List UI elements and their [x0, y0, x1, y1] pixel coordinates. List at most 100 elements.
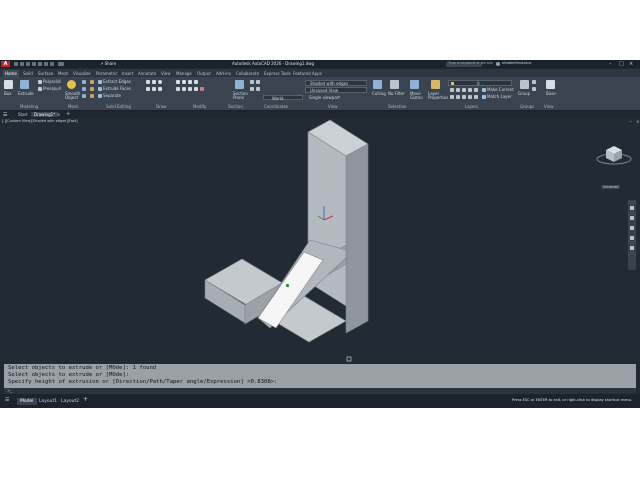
layer-properties-icon[interactable]: [431, 80, 440, 89]
ucs-face-icon[interactable]: [250, 87, 254, 91]
steering-wheel-icon[interactable]: [630, 206, 634, 210]
smooth-object-label[interactable]: Smooth Object: [65, 91, 80, 101]
menu-icon[interactable]: ☰: [3, 112, 7, 118]
stretch-icon[interactable]: [182, 87, 186, 91]
union-icon[interactable]: [82, 80, 86, 84]
section-plane-label[interactable]: Section Plane: [233, 91, 248, 101]
viewport-configuration-dropdown[interactable]: Single viewport: [309, 96, 340, 100]
face-center-grip-icon[interactable]: [285, 283, 290, 288]
group-icon[interactable]: [520, 80, 529, 89]
extrude-label[interactable]: Extrude: [18, 92, 34, 96]
tab-insert[interactable]: Insert: [122, 71, 133, 76]
ucs-named-icon[interactable]: [256, 87, 260, 91]
layer-tool-icon-9[interactable]: [468, 95, 472, 99]
layer-tool-icon-7[interactable]: [456, 95, 460, 99]
ucs-menu-dropdown[interactable]: Unnamed: [601, 185, 621, 190]
tab-solid[interactable]: Solid: [23, 71, 33, 76]
panel-label-view-2[interactable]: View: [544, 104, 554, 109]
named-view-dropdown[interactable]: Unsaved View: [305, 87, 367, 93]
trim-icon[interactable]: [188, 80, 192, 84]
make-current-icon[interactable]: [482, 88, 486, 92]
extract-edges-label[interactable]: Extract Edges: [103, 80, 131, 84]
arc-icon[interactable]: [146, 87, 150, 91]
tab-mesh[interactable]: Mesh: [58, 71, 69, 76]
rectangle-icon[interactable]: [152, 87, 156, 91]
panel-label-groups[interactable]: Groups: [520, 104, 534, 109]
new-icon[interactable]: [14, 62, 18, 66]
mirror-icon[interactable]: [176, 87, 180, 91]
chamfer-edge-icon[interactable]: [90, 87, 94, 91]
layer-tool-icon-5[interactable]: [474, 88, 478, 92]
redo-icon[interactable]: [50, 62, 54, 66]
culling-icon[interactable]: [373, 80, 382, 89]
workspace-dropdown-icon[interactable]: [58, 62, 64, 66]
tab-manage[interactable]: Manage: [176, 71, 192, 76]
move-icon[interactable]: [176, 80, 180, 84]
polysolid-label[interactable]: Polysolid: [43, 80, 61, 84]
move-gizmo-icon[interactable]: [410, 80, 419, 89]
array-icon[interactable]: [194, 87, 198, 91]
line-icon[interactable]: [146, 80, 150, 84]
extrude-faces-icon[interactable]: [98, 87, 102, 91]
base-view-label[interactable]: Base: [546, 92, 556, 96]
no-filter-label[interactable]: No Filter: [388, 92, 405, 96]
rotate-icon[interactable]: [182, 80, 186, 84]
section-plane-icon[interactable]: [235, 80, 244, 89]
layer-tool-icon-8[interactable]: [462, 95, 466, 99]
box-icon[interactable]: [4, 80, 13, 89]
tab-view[interactable]: View: [161, 71, 171, 76]
panel-label-view[interactable]: View: [328, 104, 338, 109]
match-layer-icon[interactable]: [482, 95, 486, 99]
panel-label-modify[interactable]: Modify: [193, 104, 206, 109]
copy-icon[interactable]: [194, 80, 198, 84]
solid-model[interactable]: [0, 118, 640, 364]
separate-icon[interactable]: [98, 94, 102, 98]
extrude-icon[interactable]: [20, 80, 29, 89]
tab-output[interactable]: Output: [197, 71, 211, 76]
layout-tab-layout2[interactable]: Layout2: [58, 398, 82, 405]
no-filter-icon[interactable]: [390, 80, 399, 89]
tab-home[interactable]: Home: [3, 70, 19, 77]
presspull-icon[interactable]: [38, 87, 42, 91]
undo-icon[interactable]: [44, 62, 48, 66]
tab-featured-apps[interactable]: Featured Apps: [293, 71, 322, 76]
layer-tool-icon-3[interactable]: [462, 88, 466, 92]
match-layer-label[interactable]: Match Layer: [487, 95, 512, 99]
tab-annotate[interactable]: Annotate: [138, 71, 156, 76]
smooth-object-icon[interactable]: [67, 80, 76, 89]
save-icon[interactable]: [26, 62, 30, 66]
new-document-button[interactable]: +: [66, 112, 70, 117]
user-avatar-icon[interactable]: [496, 62, 500, 66]
tab-parametric[interactable]: Parametric: [96, 71, 118, 76]
move-gizmo-label[interactable]: Move Gizmo: [410, 91, 423, 101]
zoom-extents-icon[interactable]: [630, 226, 634, 230]
document-tab-start[interactable]: Start: [15, 112, 31, 117]
close-icon[interactable]: ×: [629, 61, 633, 67]
separate-label[interactable]: Separate: [103, 94, 121, 98]
ucs-world-dropdown[interactable]: World: [263, 95, 303, 100]
showmotion-icon[interactable]: [630, 246, 634, 250]
subtract-icon[interactable]: [82, 87, 86, 91]
visual-style-dropdown[interactable]: Shaded with edges: [305, 80, 367, 86]
scale-icon[interactable]: [188, 87, 192, 91]
slice-icon[interactable]: [90, 94, 94, 98]
panel-label-mesh[interactable]: Mesh: [68, 104, 79, 109]
layout-menu-icon[interactable]: ☰: [5, 398, 9, 403]
layout-tab-layout1[interactable]: Layout1: [36, 398, 60, 405]
print-icon[interactable]: [38, 62, 42, 66]
layer-tool-icon-1[interactable]: [450, 88, 454, 92]
panel-label-coordinates[interactable]: Coordinates: [264, 104, 288, 109]
ungroup-icon[interactable]: [532, 80, 536, 84]
document-tab-drawing1[interactable]: Drawing1*: [31, 112, 59, 117]
panel-label-solid-editing[interactable]: Solid Editing: [106, 104, 131, 109]
open-icon[interactable]: [20, 62, 24, 66]
panel-label-selection[interactable]: Selection: [388, 104, 406, 109]
share-button[interactable]: ↗ Share: [100, 62, 116, 66]
extrude-faces-label[interactable]: Extrude Faces: [103, 87, 131, 91]
culling-label[interactable]: Culling: [372, 92, 386, 96]
panel-label-section[interactable]: Section: [228, 104, 243, 109]
close-document-icon[interactable]: ×: [57, 112, 60, 117]
tab-collaborate[interactable]: Collaborate: [236, 71, 259, 76]
save-as-icon[interactable]: [32, 62, 36, 66]
layer-tool-icon-6[interactable]: [450, 95, 454, 99]
